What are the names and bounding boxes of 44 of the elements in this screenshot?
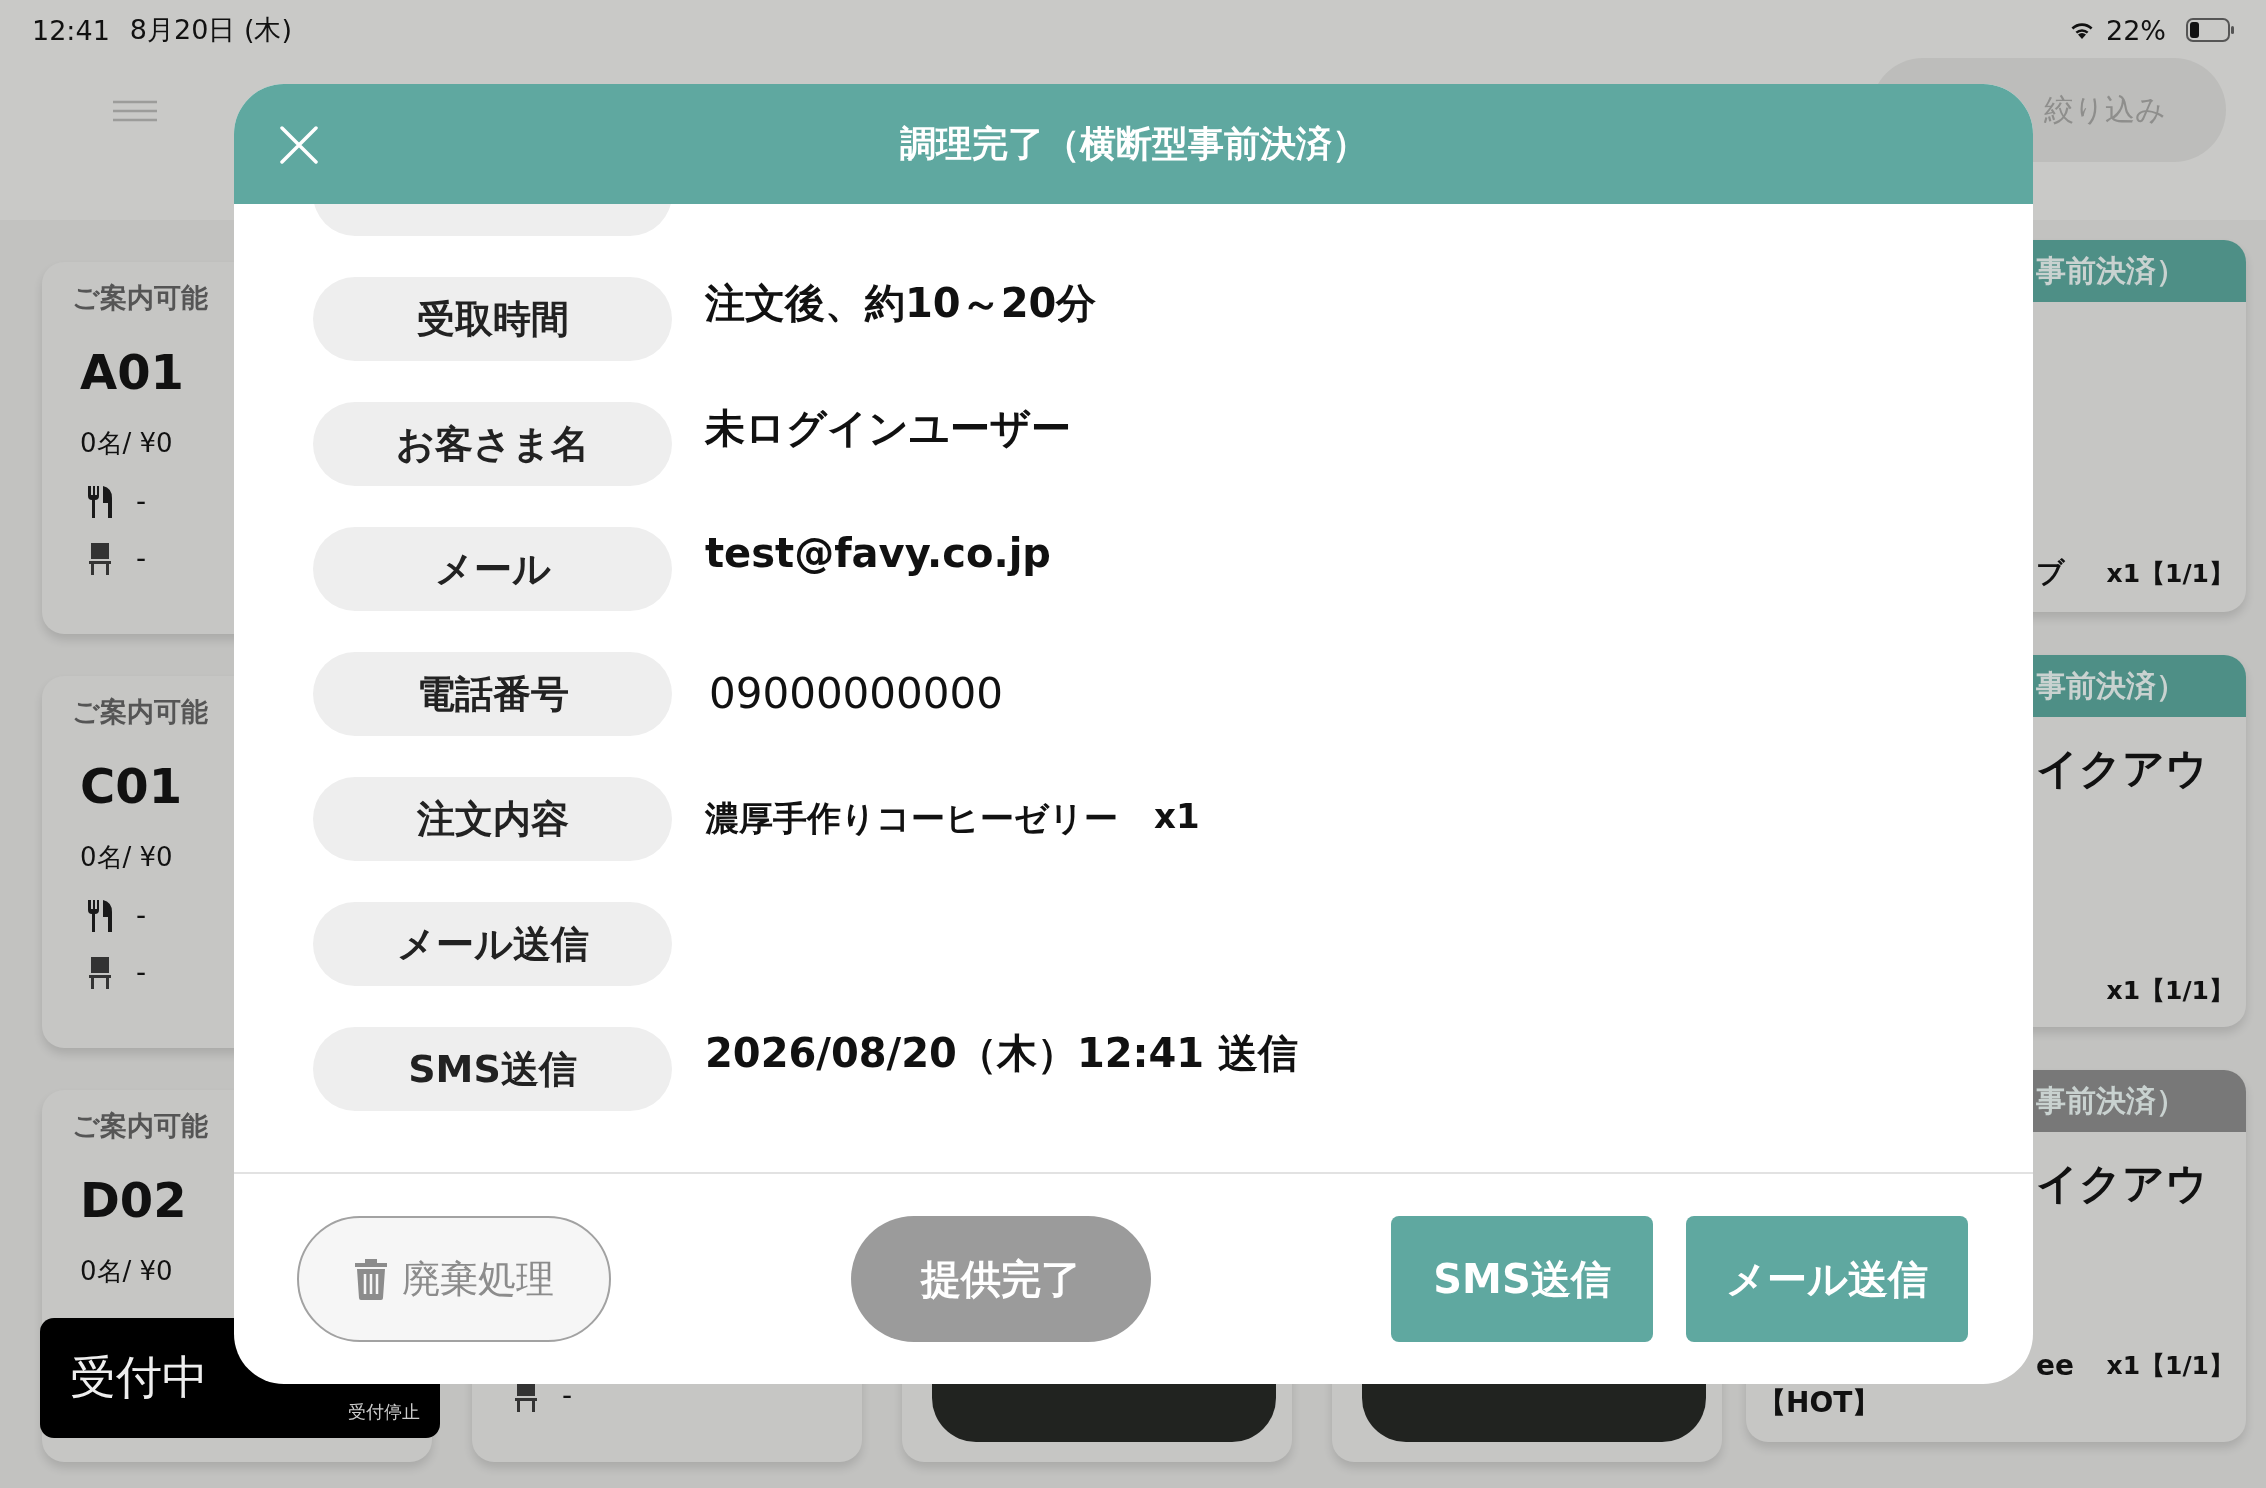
guest-count: 0名/ ¥0 <box>80 841 173 874</box>
order-item: ee <box>2036 1349 2074 1382</box>
field-label: SMS送信 <box>313 1027 672 1111</box>
status-date: 8月20日 (木) <box>129 13 292 47</box>
table-status: ご案内可能 <box>72 1109 209 1143</box>
table-status: ご案内可能 <box>72 281 209 315</box>
order-type: 事前決済） <box>2036 1081 2186 1120</box>
utensils-value: - <box>136 485 147 518</box>
guest-count: 0名/ ¥0 <box>80 1255 173 1288</box>
order-item-quantity: x1 <box>1154 796 1200 838</box>
field-label: 電話番号 <box>313 652 672 736</box>
order-type: 事前決済） <box>2036 666 2186 705</box>
order-title: イクアウ <box>2036 1158 2209 1210</box>
field-value: 2026/08/20（木）12:41 送信 <box>705 1029 1299 1078</box>
order-note: 【HOT】 <box>1758 1385 1882 1421</box>
seat-value: - <box>136 542 147 575</box>
field-value: 未ログインユーザー <box>705 404 1071 453</box>
field-value: 注文後、約10～20分 <box>705 279 1097 328</box>
table-name: C01 <box>80 758 184 814</box>
seat-value: - <box>562 1379 573 1412</box>
field-label: 受取時間 <box>313 277 672 361</box>
order-title: イクアウ <box>2036 743 2209 795</box>
field-value: 09000000000 <box>708 668 1003 720</box>
order-type: 事前決済） <box>2036 251 2186 290</box>
utensils-value: - <box>136 899 147 932</box>
order-quantity: x1【1/1】 <box>2106 1350 2234 1382</box>
order-item-name: 濃厚手作りコーヒーゼリー <box>705 797 1118 840</box>
field-value: test@favy.co.jp <box>705 529 1051 578</box>
guest-count: 0名/ ¥0 <box>80 427 173 460</box>
field-label: メール <box>313 527 672 611</box>
table-name: D02 <box>80 1172 188 1228</box>
reception-status: 受付中 <box>70 1349 208 1406</box>
battery-percent: 22% <box>2106 14 2166 46</box>
order-quantity: x1【1/1】 <box>2106 975 2234 1007</box>
field-label: 注文内容 <box>313 777 672 861</box>
table-name: A01 <box>80 344 185 400</box>
field-label: お客さま名 <box>313 402 672 486</box>
order-quantity: x1【1/1】 <box>2106 557 2234 590</box>
table-status: ご案内可能 <box>72 695 209 729</box>
field-label: メール送信 <box>313 902 672 986</box>
status-time: 12:41 <box>32 14 110 46</box>
seat-value: - <box>136 956 147 989</box>
dialog-title: 調理完了（横断型事前決済） <box>899 121 1368 166</box>
order-item: ブ <box>2036 555 2065 591</box>
